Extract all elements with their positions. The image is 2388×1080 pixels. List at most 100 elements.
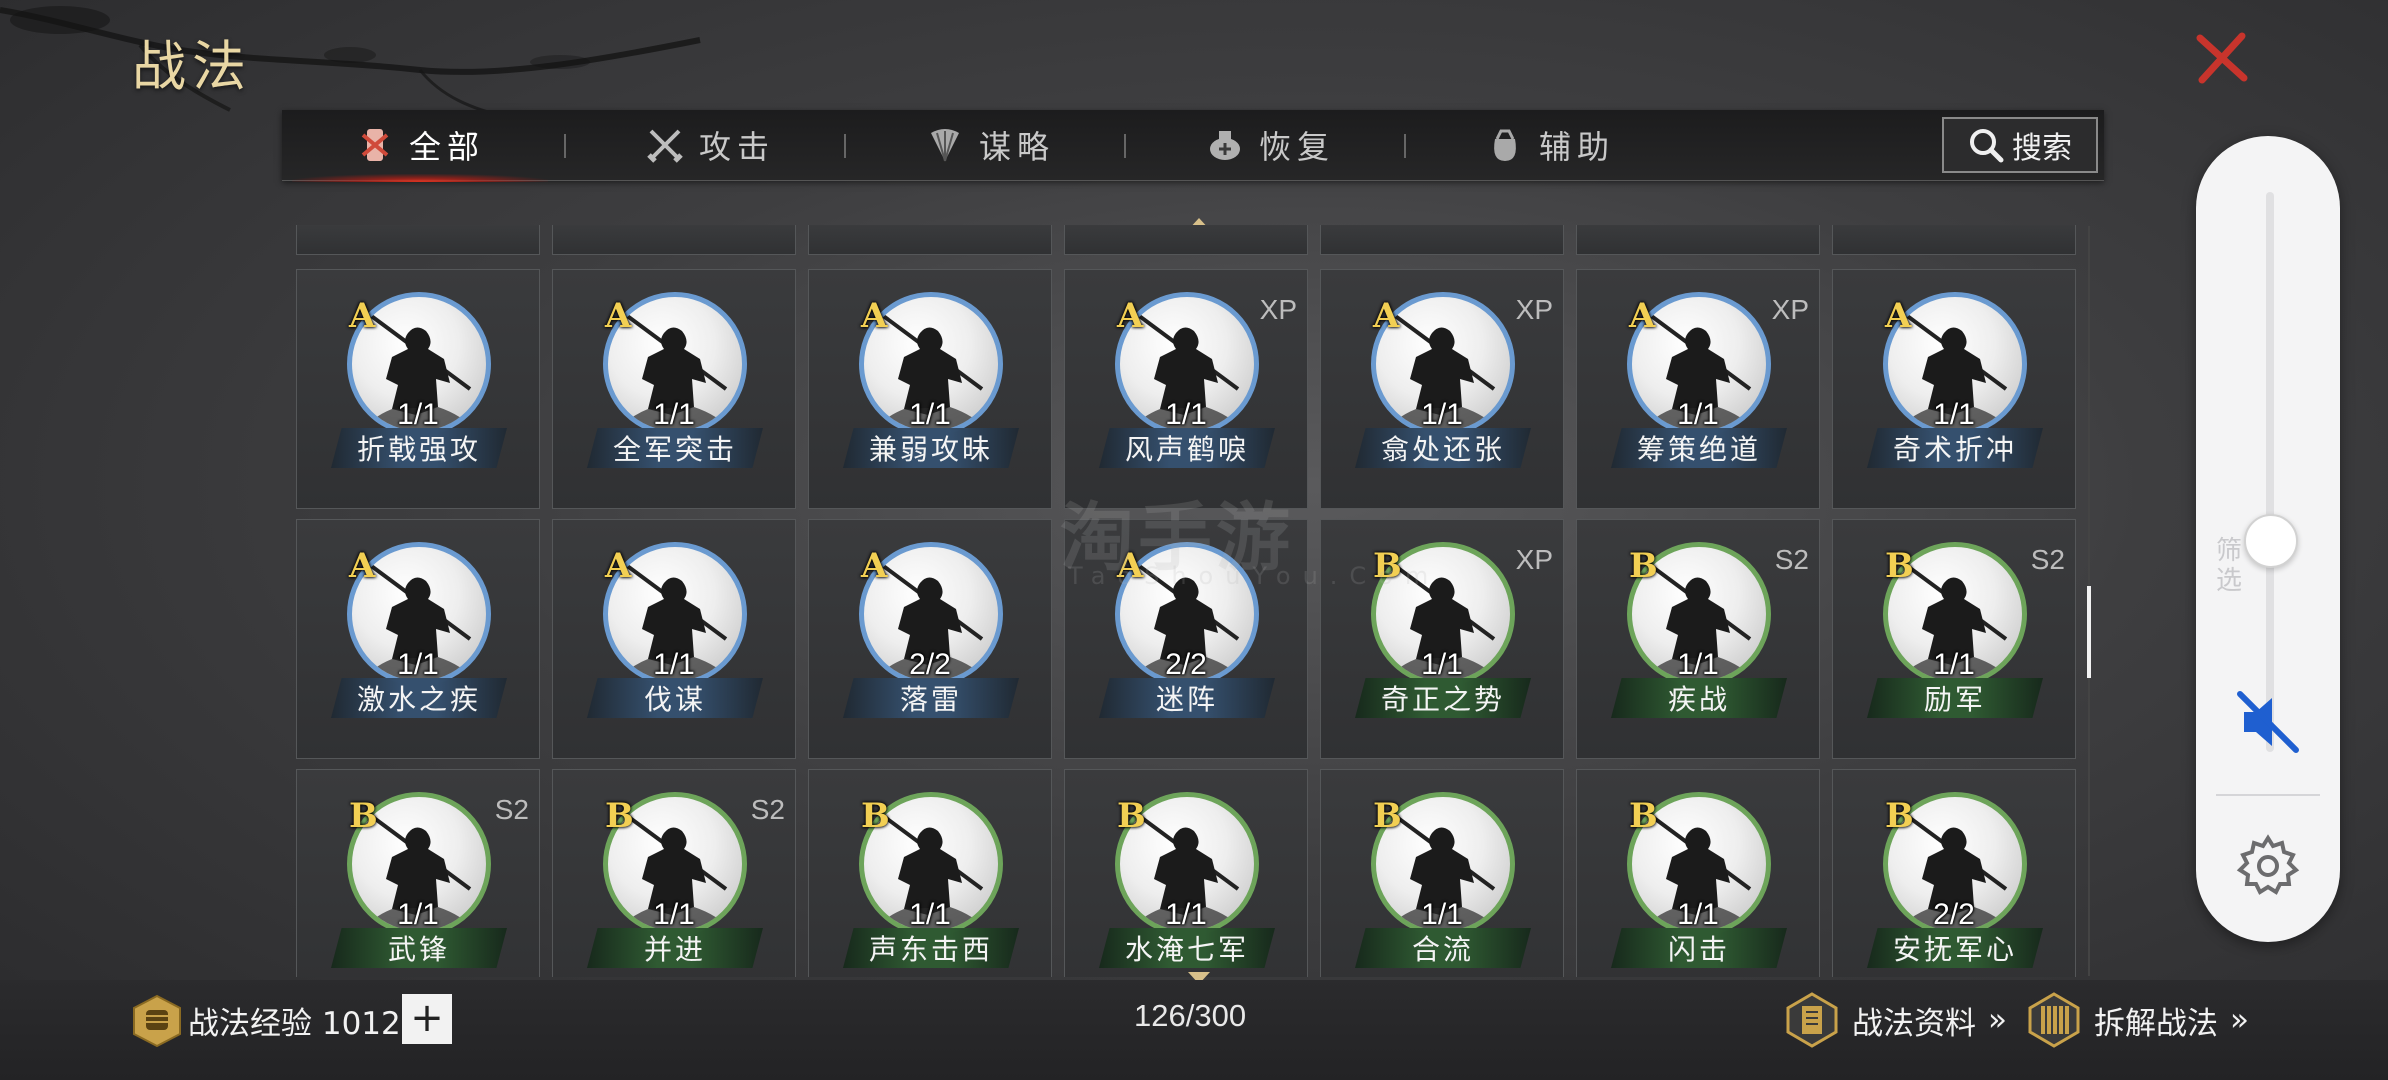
- skill-level: 2/2: [909, 648, 951, 681]
- skill-card[interactable]: B S2 1/1 励军: [1832, 519, 2076, 759]
- skill-name: 筹策绝道: [1611, 428, 1787, 468]
- skill-tag: XP: [1259, 294, 1297, 325]
- skill-level: 1/1: [1677, 898, 1719, 931]
- volume-slider-knob[interactable]: [2244, 514, 2298, 569]
- skill-tag: S2: [2030, 544, 2065, 575]
- skill-level: 1/1: [1165, 398, 1207, 431]
- skill-grade: B: [1629, 546, 1658, 586]
- skill-grade: B: [1117, 796, 1146, 836]
- skill-card[interactable]: B XP 1/1 奇正之势: [1320, 519, 1564, 759]
- search-icon: [1970, 129, 2004, 163]
- skill-grade: A: [605, 296, 632, 336]
- skill-exp-label: 战法经验: [188, 1006, 312, 1042]
- scrollbar-thumb[interactable]: [2087, 586, 2091, 678]
- add-exp-button[interactable]: +: [402, 994, 452, 1044]
- volume-muted-icon: [2237, 691, 2299, 753]
- skill-card[interactable]: B 1/1 水淹七军: [1064, 769, 1308, 977]
- skill-name: 伐谋: [587, 678, 763, 718]
- skill-grade: B: [349, 796, 378, 836]
- skill-tag: S2: [750, 794, 785, 825]
- skill-card[interactable]: B 2/2 安抚军心: [1832, 769, 2076, 977]
- fist-badge-icon: [133, 994, 181, 1048]
- skill-card[interactable]: A 1/1 兼弱攻昧: [808, 269, 1052, 509]
- skill-card[interactable]: A XP 1/1 风声鹤唳: [1064, 269, 1308, 509]
- skill-name: 全军突击: [587, 428, 763, 468]
- skill-name: 并进: [587, 928, 763, 968]
- skill-level: 2/2: [1165, 648, 1207, 681]
- tab-divider: [564, 134, 566, 158]
- skill-name: 安抚军心: [1867, 928, 2043, 968]
- skill-name: 折戟强攻: [331, 428, 507, 468]
- volume-slider-track[interactable]: [2266, 192, 2274, 752]
- close-button[interactable]: [2190, 26, 2254, 90]
- crossed-swords-icon: [647, 129, 683, 163]
- side-control-panel: 筛选: [2196, 136, 2340, 942]
- watermark-sub: TaoShouYou.Com: [1068, 562, 1441, 590]
- skill-name: 风声鹤唳: [1099, 428, 1275, 468]
- skill-card-partial: [296, 225, 540, 255]
- skill-grade: A: [605, 546, 632, 586]
- skill-info-label: 战法资料: [1852, 1005, 1976, 1042]
- dismantle-skill-link[interactable]: 拆解战法 »: [2026, 992, 2249, 1048]
- skill-card[interactable]: A 1/1 激水之疾: [296, 519, 540, 759]
- skill-grade: A: [1629, 296, 1656, 336]
- skill-name: 兼弱攻昧: [843, 428, 1019, 468]
- tab-label: 辅助: [1538, 128, 1615, 166]
- bamboo-slips-icon: [2028, 992, 2080, 1048]
- tab-divider: [1404, 134, 1406, 158]
- tab-recover[interactable]: 恢复: [1132, 110, 1408, 180]
- skill-level: 1/1: [1165, 898, 1207, 931]
- skill-card[interactable]: B 1/1 合流: [1320, 769, 1564, 977]
- skill-grid: A 1/1 折戟强攻 A 1/1 全军突击 A 1/1 兼弱攻昧 A XP 1/1 风声鹤唳 A XP 1/1…: [296, 225, 2086, 977]
- skill-card[interactable]: A XP 1/1 翕处还张: [1320, 269, 1564, 509]
- skill-grade: A: [861, 296, 888, 336]
- search-button[interactable]: 搜索: [1942, 117, 2098, 173]
- tab-strategy[interactable]: 谋略: [852, 110, 1128, 180]
- skill-card[interactable]: B 1/1 闪击: [1576, 769, 1820, 977]
- skill-name: 武锋: [331, 928, 507, 968]
- close-x-icon: [2196, 32, 2248, 84]
- dismantle-skill-label: 拆解战法: [2094, 1005, 2218, 1042]
- skill-card[interactable]: A 1/1 奇术折冲: [1832, 269, 2076, 509]
- filter-ghost-label: 筛选: [2216, 536, 2243, 596]
- settings-button[interactable]: [2232, 830, 2304, 902]
- skill-count: 126/300: [1134, 998, 1247, 1033]
- skill-grade: B: [1629, 796, 1658, 836]
- skill-tag: S2: [1774, 544, 1809, 575]
- tab-bar: 全部 攻击 谋略 恢复 辅助: [282, 110, 2104, 182]
- skill-level: 1/1: [909, 398, 951, 431]
- skill-grade: A: [349, 546, 376, 586]
- skill-name: 闪击: [1611, 928, 1787, 968]
- skill-card[interactable]: B S2 1/1 并进: [552, 769, 796, 977]
- skill-card-partial: [552, 225, 796, 255]
- support-bag-icon: [1494, 129, 1516, 161]
- mute-button[interactable]: [2232, 686, 2304, 758]
- skill-grade: A: [1117, 296, 1144, 336]
- skill-info-link[interactable]: 战法资料 »: [1784, 992, 2007, 1048]
- skill-grade: B: [861, 796, 890, 836]
- skill-card[interactable]: B 1/1 声东击西: [808, 769, 1052, 977]
- tab-attack[interactable]: 攻击: [572, 110, 848, 180]
- skill-grade: A: [1373, 296, 1400, 336]
- skill-card[interactable]: B S2 1/1 武锋: [296, 769, 540, 977]
- tab-support[interactable]: 辅助: [1412, 110, 1688, 180]
- skill-name: 水淹七军: [1099, 928, 1275, 968]
- skill-level: 1/1: [1933, 648, 1975, 681]
- skill-card[interactable]: A 2/2 落雷: [808, 519, 1052, 759]
- skill-level: 1/1: [397, 398, 439, 431]
- feather-fan-icon: [930, 129, 959, 162]
- tab-all[interactable]: 全部: [282, 110, 558, 182]
- skill-exp-value: 1012: [321, 1006, 401, 1042]
- skill-card-partial: [1064, 225, 1308, 255]
- skill-card-partial: [1576, 225, 1820, 255]
- skill-level: 1/1: [1933, 398, 1975, 431]
- skill-level: 1/1: [1677, 648, 1719, 681]
- skill-grade: A: [1885, 296, 1912, 336]
- skill-card[interactable]: A 1/1 全军突击: [552, 269, 796, 509]
- skill-card[interactable]: A 1/1 伐谋: [552, 519, 796, 759]
- skill-card[interactable]: A XP 1/1 筹策绝道: [1576, 269, 1820, 509]
- skill-card[interactable]: A 1/1 折戟强攻: [296, 269, 540, 509]
- skill-card[interactable]: B S2 1/1 疾战: [1576, 519, 1820, 759]
- skill-level: 1/1: [1421, 648, 1463, 681]
- skill-grade: A: [349, 296, 376, 336]
